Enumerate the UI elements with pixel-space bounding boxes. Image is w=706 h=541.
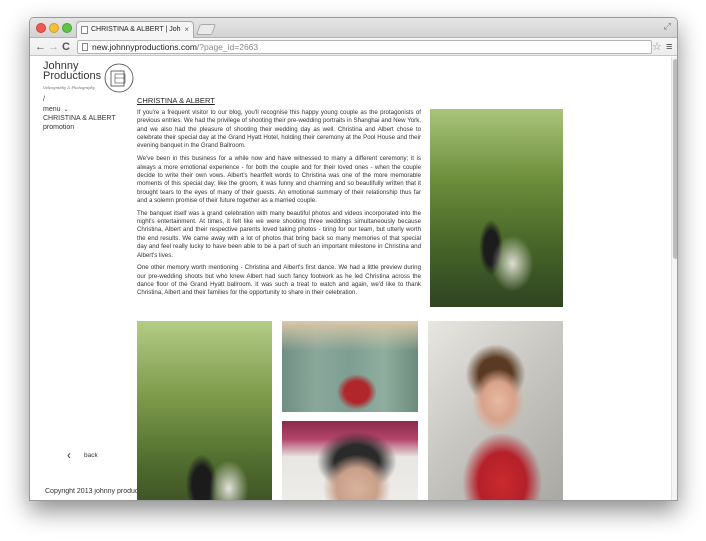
page-favicon-icon: [81, 26, 88, 34]
chrome-menu-icon[interactable]: ≡: [666, 39, 672, 55]
zoom-window-icon[interactable]: [62, 23, 72, 33]
post-paragraph: The banquet itself was a grand celebrati…: [137, 209, 421, 259]
post-paragraph: If you're a frequent visitor to our blog…: [137, 109, 421, 150]
fullscreen-icon[interactable]: ⤢: [664, 21, 671, 32]
mother-portrait-photo[interactable]: [282, 421, 418, 500]
back-link[interactable]: back: [84, 452, 98, 459]
vertical-scrollbar[interactable]: [671, 57, 677, 500]
browser-toolbar: ← → C new.johnnyproductions.com/?page_id…: [30, 38, 677, 56]
bookmark-star-icon[interactable]: ☆: [652, 39, 662, 55]
nav-home-link[interactable]: /: [43, 96, 45, 103]
forward-icon[interactable]: →: [48, 39, 59, 55]
chevron-down-icon: ⌄: [63, 107, 69, 113]
post-title[interactable]: CHRISTINA & ALBERT: [137, 96, 215, 105]
tab-title: CHRISTINA & ALBERT | Joh: [91, 26, 181, 33]
logo-line2: Productions: [43, 70, 102, 82]
bridal-party-photo[interactable]: [282, 321, 418, 412]
tab-strip: CHRISTINA & ALBERT | Joh × ⤢: [30, 18, 677, 38]
first-dance-photo[interactable]: [137, 321, 272, 500]
new-tab-button[interactable]: [195, 24, 217, 35]
scrollbar-thumb[interactable]: [673, 59, 677, 259]
tab-close-icon[interactable]: ×: [184, 22, 189, 37]
page-viewport: Johnny Productions Videography & Photogr…: [30, 57, 677, 500]
url-path: /?page_id=2663: [196, 42, 259, 52]
site-logo[interactable]: Johnny Productions: [43, 61, 102, 82]
post-paragraph: One other memory worth mentioning - Chri…: [137, 264, 421, 297]
post-paragraph: We've been in this business for a while …: [137, 155, 421, 204]
nav-item-promotion[interactable]: promotion: [43, 124, 74, 131]
minimize-window-icon[interactable]: [49, 23, 59, 33]
nav-menu-label: menu: [43, 106, 61, 113]
back-chevron-icon[interactable]: ‹: [67, 449, 71, 461]
browser-window: CHRISTINA & ALBERT | Joh × ⤢ ← → C new.j…: [29, 17, 678, 501]
reload-icon[interactable]: C: [62, 39, 70, 55]
back-icon[interactable]: ←: [35, 39, 46, 55]
post-body: If you're a frequent visitor to our blog…: [137, 109, 421, 302]
page-icon: [82, 43, 88, 51]
desktop: CHRISTINA & ALBERT | Joh × ⤢ ← → C new.j…: [0, 0, 706, 541]
url-host: new.johnnyproductions.com: [92, 42, 197, 52]
logo-mark-icon: [104, 63, 134, 93]
logo-tagline: Videography & Photography: [43, 86, 95, 90]
copyright-text: Copyright 2013 johnny productions: [45, 488, 137, 495]
tab-christina-albert[interactable]: CHRISTINA & ALBERT | Joh ×: [76, 21, 194, 38]
bride-portrait-photo[interactable]: [428, 321, 563, 500]
nav-item-christina-albert[interactable]: CHRISTINA & ALBERT: [43, 115, 116, 122]
address-bar[interactable]: new.johnnyproductions.com/?page_id=2663: [77, 40, 652, 54]
couple-portrait-photo[interactable]: [430, 109, 563, 307]
close-window-icon[interactable]: [36, 23, 46, 33]
nav-menu-toggle[interactable]: menu ⌄: [43, 106, 69, 113]
